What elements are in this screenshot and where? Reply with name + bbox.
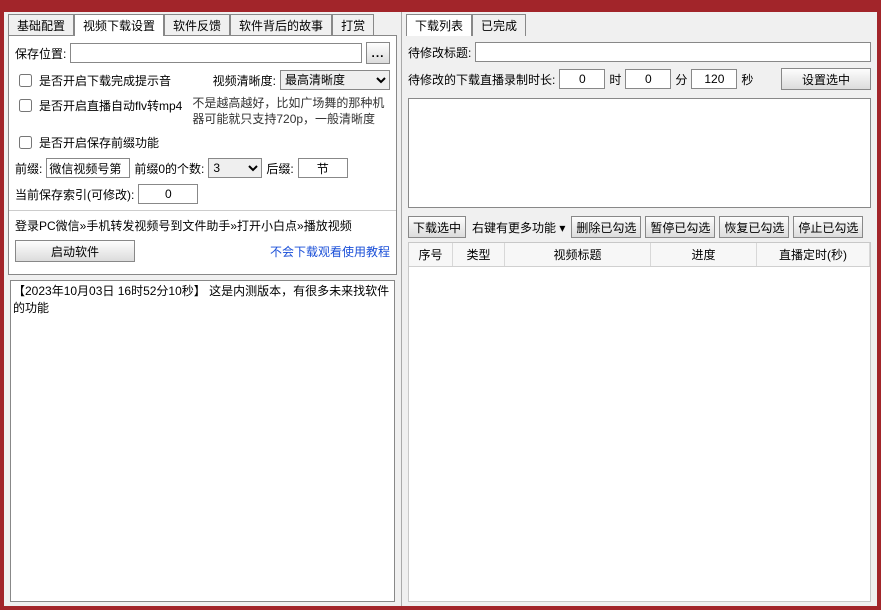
save-location-input[interactable] xyxy=(70,43,362,63)
right-tabstrip: 下载列表 已完成 xyxy=(402,14,877,36)
prefix-zero-label: 前缀0的个数: xyxy=(134,160,204,177)
seconds-unit: 秒 xyxy=(741,71,753,88)
checkbox-prefix[interactable]: 是否开启保存前缀功能 xyxy=(15,133,159,152)
window-titlebar xyxy=(4,4,877,12)
checkbox-prefix-input[interactable] xyxy=(19,136,32,149)
tab-feedback[interactable]: 软件反馈 xyxy=(164,14,230,36)
prefix-input[interactable] xyxy=(46,158,130,178)
col-video-title[interactable]: 视频标题 xyxy=(505,243,651,266)
start-software-button[interactable]: 启动软件 xyxy=(15,240,135,262)
save-index-label: 当前保存索引(可修改): xyxy=(15,186,134,203)
instruction-text: 登录PC微信»手机转发视频号到文件助手»打开小白点»播放视频 xyxy=(15,217,352,234)
prefix-label: 前缀: xyxy=(15,160,42,177)
tab-basic-config[interactable]: 基础配置 xyxy=(8,14,74,36)
log-area: 【2023年10月03日 16时52分10秒】 这是内测版本，有很多未来找软件的… xyxy=(10,280,395,602)
pause-checked-button[interactable]: 暂停已勾选 xyxy=(645,216,715,238)
ellipsis-icon: ... xyxy=(371,46,384,60)
checkbox-auto-flv-mp4[interactable]: 是否开启直播自动flv转mp4 xyxy=(15,96,182,115)
checkbox-completion-sound[interactable]: 是否开启下载完成提示音 xyxy=(15,71,171,90)
hours-input[interactable] xyxy=(559,69,605,89)
video-clarity-select[interactable]: 最高清晰度 xyxy=(280,70,390,90)
col-progress[interactable]: 进度 xyxy=(651,243,757,266)
hours-unit: 时 xyxy=(609,71,621,88)
download-grid[interactable]: 序号 类型 视频标题 进度 直播定时(秒) xyxy=(408,242,871,602)
delete-checked-button[interactable]: 删除已勾选 xyxy=(571,216,641,238)
download-selected-button[interactable]: 下载选中 xyxy=(408,216,466,238)
right-click-hint: 右键有更多功能 ▾ xyxy=(470,219,567,236)
clarity-hint-text: 不是越高越好，比如广场舞的那种机器可能就只支持720p，一般清晰度 xyxy=(192,96,390,127)
tab-video-download-settings[interactable]: 视频下载设置 xyxy=(74,14,164,36)
resume-checked-button[interactable]: 恢复已勾选 xyxy=(719,216,789,238)
checkbox-auto-flv-mp4-label: 是否开启直播自动flv转mp4 xyxy=(39,97,182,114)
left-tabstrip: 基础配置 视频下载设置 软件反馈 软件背后的故事 打赏 xyxy=(4,14,401,36)
video-clarity-label: 视频清晰度: xyxy=(213,72,276,89)
stop-checked-button[interactable]: 停止已勾选 xyxy=(793,216,863,238)
minutes-unit: 分 xyxy=(675,71,687,88)
col-live-timer[interactable]: 直播定时(秒) xyxy=(757,243,870,266)
tab-download-list[interactable]: 下载列表 xyxy=(406,14,472,36)
checkbox-completion-sound-label: 是否开启下载完成提示音 xyxy=(39,72,171,89)
grid-header: 序号 类型 视频标题 进度 直播定时(秒) xyxy=(409,243,870,267)
col-no[interactable]: 序号 xyxy=(409,243,453,266)
modify-title-input[interactable] xyxy=(475,42,871,62)
modify-title-label: 待修改标题: xyxy=(408,44,471,61)
tab-story[interactable]: 软件背后的故事 xyxy=(230,14,332,36)
checkbox-prefix-label: 是否开启保存前缀功能 xyxy=(39,134,159,151)
suffix-label: 后缀: xyxy=(266,160,293,177)
minutes-input[interactable] xyxy=(625,69,671,89)
tab-completed[interactable]: 已完成 xyxy=(472,14,526,36)
save-index-input[interactable] xyxy=(138,184,198,204)
seconds-input[interactable] xyxy=(691,69,737,89)
set-selected-button[interactable]: 设置选中 xyxy=(781,68,871,90)
tutorial-link[interactable]: 不会下载观看使用教程 xyxy=(270,243,390,260)
checkbox-completion-sound-input[interactable] xyxy=(19,74,32,87)
tab-donate[interactable]: 打赏 xyxy=(332,14,374,36)
prefix-zero-select[interactable]: 3 xyxy=(208,158,262,178)
save-location-label: 保存位置: xyxy=(15,45,66,62)
checkbox-auto-flv-mp4-input[interactable] xyxy=(19,99,32,112)
grid-body xyxy=(409,267,870,601)
suffix-input[interactable] xyxy=(298,158,348,178)
log-line: 【2023年10月03日 16时52分10秒】 这是内测版本，有很多未来找软件的… xyxy=(13,283,392,317)
edit-textarea[interactable] xyxy=(408,98,871,208)
browse-button[interactable]: ... xyxy=(366,42,390,64)
col-type[interactable]: 类型 xyxy=(453,243,505,266)
duration-label: 待修改的下载直播录制时长: xyxy=(408,71,555,88)
